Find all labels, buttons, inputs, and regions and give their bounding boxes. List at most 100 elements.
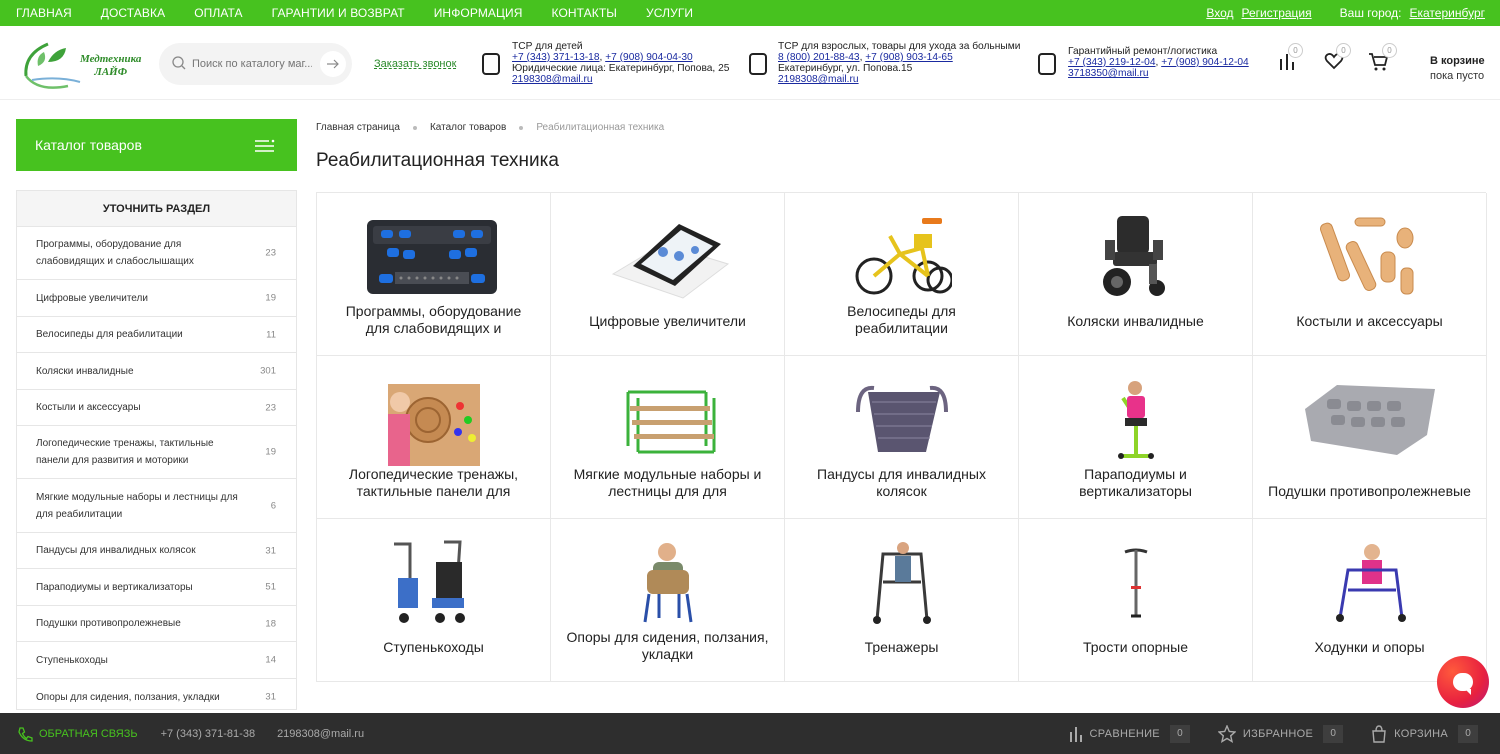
register-link[interactable]: Регистрация [1241, 6, 1311, 20]
chat-widget-button[interactable] [1437, 656, 1489, 708]
catalog-button[interactable]: Каталог товаров [16, 119, 297, 171]
category-card[interactable]: Логопедические тренажы, тактильные панел… [317, 356, 551, 519]
feedback-link[interactable]: ОБРАТНАЯ СВЯЗЬ [39, 728, 138, 740]
logo-line1: Медтехника [80, 53, 142, 65]
list-item[interactable]: Логопедические тренажы, тактильные панел… [17, 426, 296, 479]
bottom-favorites-count: 0 [1323, 724, 1344, 743]
compare-bars-icon [1069, 726, 1082, 742]
category-card[interactable]: Костыли и аксессуары [1253, 193, 1487, 356]
category-card[interactable]: Опоры для сидения, ползания, укладки [551, 519, 785, 682]
category-card[interactable]: Мягкие модульные наборы и лестницы для д… [551, 356, 785, 519]
list-item[interactable]: Велосипеды для реабилитации 11 [17, 317, 296, 353]
list-item-count: 301 [260, 365, 276, 377]
menu-icon [255, 139, 275, 152]
nav-services[interactable]: УСЛУГИ [646, 6, 693, 20]
contact-phone[interactable]: +7 (908) 904-12-04 [1161, 57, 1249, 68]
nav-delivery[interactable]: ДОСТАВКА [101, 6, 165, 20]
contact-title: ТСР для детей [512, 41, 583, 52]
list-item[interactable]: Программы, оборудование для слабовидящих… [17, 227, 296, 280]
contact-email[interactable]: 3718350@mail.ru [1068, 68, 1249, 79]
bottom-compare-count: 0 [1169, 724, 1190, 743]
list-item-count: 6 [270, 500, 276, 511]
contact-block-children: ТСР для детей +7 (343) 371-13-18, +7 (90… [512, 41, 730, 85]
tactile-panel-photo-icon [359, 380, 509, 470]
breadcrumb-home[interactable]: Главная страница [316, 122, 400, 133]
nav-payment[interactable]: ОПЛАТА [194, 6, 242, 20]
list-item[interactable]: Опоры для сидения, ползания, укладки 31 [17, 679, 296, 715]
refine-section-panel: УТОЧНИТЬ РАЗДЕЛ Программы, оборудование … [16, 190, 297, 710]
category-card[interactable]: Пандусы для инвалидных колясок [785, 356, 1019, 519]
breadcrumb-catalog[interactable]: Каталог товаров [430, 122, 506, 133]
logo-line2: ЛАЙФ [94, 66, 128, 78]
category-card[interactable]: Программы, оборудование для слабовидящих… [317, 193, 551, 356]
contact-phone[interactable]: +7 (908) 903-14-65 [865, 52, 953, 63]
category-card[interactable]: Ступенькоходы [317, 519, 551, 682]
logo[interactable]: Медтехника ЛАЙФ [18, 36, 143, 94]
favorites-button[interactable]: 0 [1324, 43, 1351, 76]
list-item[interactable]: Коляски инвалидные 301 [17, 353, 296, 390]
list-item-count: 19 [265, 292, 276, 304]
list-item-label: Логопедические тренажы, тактильные панел… [36, 438, 214, 466]
breadcrumb-current: Реабилитационная техника [536, 122, 665, 133]
category-card[interactable]: Трости опорные [1019, 519, 1253, 682]
list-item[interactable]: Параподиумы и вертикализаторы 51 [17, 569, 296, 606]
contact-phone[interactable]: +7 (343) 219-12-04 [1068, 57, 1156, 68]
contact-phone[interactable]: +7 (908) 904-04-30 [605, 52, 693, 63]
category-card[interactable]: Тренажеры [785, 519, 1019, 682]
list-item[interactable]: Пандусы для инвалидных колясок 31 [17, 533, 296, 569]
wheelchair-ramp-icon [827, 374, 977, 464]
category-card-label: Логопедические тренажы, тактильные панел… [348, 466, 519, 499]
bottom-compare-button[interactable]: СРАВНЕНИЕ 0 [1069, 724, 1190, 743]
list-item[interactable]: Костыли и аксессуары 23 [17, 390, 296, 426]
phone-icon [1038, 53, 1056, 75]
search-submit-button[interactable] [320, 51, 346, 77]
list-item[interactable]: Ступенькоходы 14 [17, 642, 296, 679]
favorites-badge: 0 [1336, 43, 1351, 58]
list-item-label: Пандусы для инвалидных колясок [36, 545, 196, 556]
list-item[interactable]: Подушки противопролежневые 18 [17, 606, 296, 642]
bottom-email[interactable]: 2198308@mail.ru [277, 728, 364, 740]
category-card[interactable]: Коляски инвалидные [1019, 193, 1253, 356]
phone-icon [749, 53, 767, 75]
list-item-count: 11 [266, 329, 276, 340]
list-item[interactable]: Цифровые увеличители 19 [17, 280, 296, 317]
category-card-label: Программы, оборудование для слабовидящих… [345, 303, 522, 336]
category-card[interactable]: Велосипеды для реабилитации [785, 193, 1019, 356]
contact-title: ТСР для взрослых, товары для ухода за бо… [778, 41, 1021, 52]
category-card[interactable]: Подушки противопролежневые [1253, 356, 1487, 519]
city-select[interactable]: Екатеринбург [1410, 6, 1486, 20]
list-item-label: Цифровые увеличители [36, 292, 148, 304]
bottom-cart-button[interactable]: КОРЗИНА 0 [1371, 724, 1478, 743]
login-link[interactable]: Вход [1206, 6, 1233, 20]
contact-phone[interactable]: +7 (343) 371-13-18 [512, 52, 600, 63]
category-card[interactable]: Параподиумы и вертикализаторы [1019, 356, 1253, 519]
compare-button[interactable]: 0 [1278, 43, 1303, 76]
seating-support-icon [593, 537, 743, 627]
list-item-count: 51 [265, 581, 276, 593]
list-item-label: Ступенькоходы [36, 654, 108, 666]
basket-title: В корзине [1430, 55, 1485, 67]
search-input[interactable] [192, 54, 312, 74]
list-item-label: Мягкие модульные наборы и лестницы для д… [36, 491, 238, 520]
contact-phone[interactable]: 8 (800) 201-88-43 [778, 52, 860, 63]
list-item-count: 23 [265, 402, 276, 413]
nav-guarantee[interactable]: ГАРАНТИИ И ВОЗВРАТ [272, 6, 405, 20]
phone-icon [482, 53, 500, 75]
basket-summary[interactable]: В корзине пока пусто [1430, 54, 1485, 84]
catalog-button-label: Каталог товаров [35, 137, 142, 153]
callback-link[interactable]: Заказать звонок [374, 58, 456, 70]
contact-email[interactable]: 2198308@mail.ru [778, 74, 1020, 85]
list-item[interactable]: Мягкие модульные наборы и лестницы для д… [17, 479, 296, 533]
cart-button[interactable]: 0 [1368, 43, 1397, 76]
bottom-favorites-button[interactable]: ИЗБРАННОЕ 0 [1217, 724, 1344, 743]
nav-contacts[interactable]: КОНТАКТЫ [552, 6, 618, 20]
star-icon [1217, 724, 1236, 743]
phone-icon [18, 726, 33, 742]
nav-home[interactable]: ГЛАВНАЯ [16, 6, 72, 20]
contact-email[interactable]: 2198308@mail.ru [512, 74, 729, 85]
nav-info[interactable]: ИНФОРМАЦИЯ [434, 6, 523, 20]
wooden-crutches-icon [1295, 211, 1445, 301]
list-item-label: Опоры для сидения, ползания, укладки [36, 691, 220, 703]
category-card[interactable]: Цифровые увеличители [551, 193, 785, 356]
bottom-phone[interactable]: +7 (343) 371-81-38 [161, 728, 255, 740]
